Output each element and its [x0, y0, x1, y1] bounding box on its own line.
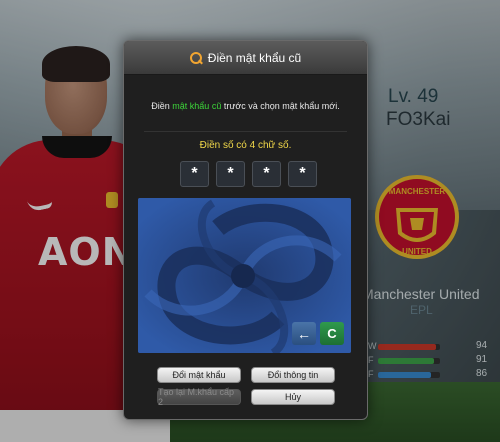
backspace-arrow-icon: ←: [297, 325, 311, 342]
cancel-button[interactable]: Hủy: [251, 389, 335, 405]
pin-input: * * * *: [180, 161, 317, 187]
instruction-post: trước và chọn mật khẩu mới.: [221, 101, 340, 111]
clear-key[interactable]: C: [320, 322, 344, 345]
pin-digit-2[interactable]: *: [216, 161, 245, 187]
instruction-pre: Điền: [151, 101, 173, 111]
pin-digit-1[interactable]: *: [180, 161, 209, 187]
old-password-dialog: Điền mật khẩu cũ Điền mật khẩu cũ trước …: [123, 40, 368, 420]
search-icon: [189, 51, 203, 64]
pin-hint: Điền số có 4 chữ số.: [199, 140, 292, 151]
change-info-button[interactable]: Đổi thông tin: [251, 367, 335, 383]
pin-digit-4[interactable]: *: [288, 161, 317, 187]
recreate-password-button: Tạo lại M.khẩu cấp 2: [157, 387, 241, 407]
dialog-titlebar: Điền mật khẩu cũ: [124, 41, 367, 75]
backspace-key[interactable]: ←: [292, 322, 316, 345]
change-password-button[interactable]: Đổi mật khẩu: [157, 367, 241, 383]
dialog-title: Điền mật khẩu cũ: [207, 50, 302, 65]
pin-digit-3[interactable]: *: [252, 161, 281, 187]
instruction-highlight: mật khẩu cũ: [172, 101, 222, 111]
divider: [144, 131, 347, 132]
instruction-text: Điền mật khẩu cũ trước và chọn mật khẩu …: [124, 101, 367, 111]
scrambled-keypad[interactable]: ← C: [138, 198, 351, 353]
